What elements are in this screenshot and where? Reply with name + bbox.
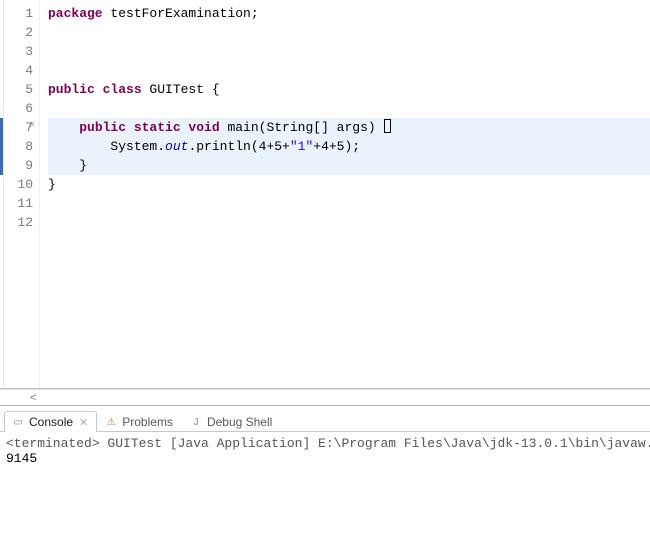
code-line[interactable] (48, 194, 650, 213)
code-line[interactable]: public class GUITest { (48, 80, 650, 99)
console-stdout: 9145 (6, 451, 644, 466)
line-number[interactable]: 2 (4, 23, 33, 42)
editor-area: 1234567⊖89101112 package testForExaminat… (0, 0, 650, 389)
line-number[interactable]: 4 (4, 61, 33, 80)
code-line[interactable]: public static void main(String[] args) (48, 118, 650, 137)
line-number[interactable]: 10 (4, 175, 33, 194)
code-line[interactable] (48, 99, 650, 118)
code-line[interactable] (48, 42, 650, 61)
tab-label: Console (29, 415, 73, 429)
console-icon: ▭ (11, 415, 25, 429)
code-line[interactable]: System.out.println(4+5+"1"+4+5); (48, 137, 650, 156)
tab-label: Problems (122, 415, 173, 429)
line-number-gutter[interactable]: 1234567⊖89101112 (4, 0, 40, 388)
views-tab-bar: ▭ Console ✕ ⚠ Problems J Debug Shell (0, 406, 650, 432)
code-editor[interactable]: package testForExamination; public class … (40, 0, 650, 388)
fold-toggle-icon[interactable]: ⊖ (25, 121, 34, 130)
matching-brace-highlight (384, 119, 391, 133)
debug-shell-icon: J (189, 415, 203, 429)
tab-debug-shell[interactable]: J Debug Shell (182, 411, 281, 432)
console-output[interactable]: <terminated> GUITest [Java Application] … (0, 432, 650, 545)
line-number[interactable]: 11 (4, 194, 33, 213)
tab-problems[interactable]: ⚠ Problems (97, 411, 182, 432)
line-number[interactable]: 5 (4, 80, 33, 99)
code-line[interactable] (48, 23, 650, 42)
line-number[interactable]: 9 (4, 156, 33, 175)
line-number[interactable]: 1 (4, 4, 33, 23)
tab-label: Debug Shell (207, 415, 272, 429)
code-line[interactable] (48, 61, 650, 80)
console-process-header: <terminated> GUITest [Java Application] … (6, 436, 644, 451)
bottom-panel: ▭ Console ✕ ⚠ Problems J Debug Shell <te… (0, 405, 650, 545)
line-number[interactable]: 6 (4, 99, 33, 118)
line-number[interactable]: 12 (4, 213, 33, 232)
tab-console[interactable]: ▭ Console ✕ (4, 411, 97, 432)
horizontal-scrollbar[interactable]: < (0, 389, 650, 405)
problems-icon: ⚠ (104, 415, 118, 429)
line-number[interactable]: 8 (4, 137, 33, 156)
line-number[interactable]: 7⊖ (4, 118, 33, 137)
code-line[interactable] (48, 213, 650, 232)
scroll-left-arrow[interactable]: < (30, 392, 36, 404)
code-line[interactable]: package testForExamination; (48, 4, 650, 23)
close-icon[interactable]: ✕ (79, 416, 88, 429)
line-number[interactable]: 3 (4, 42, 33, 61)
code-line[interactable]: } (48, 156, 650, 175)
code-line[interactable]: } (48, 175, 650, 194)
